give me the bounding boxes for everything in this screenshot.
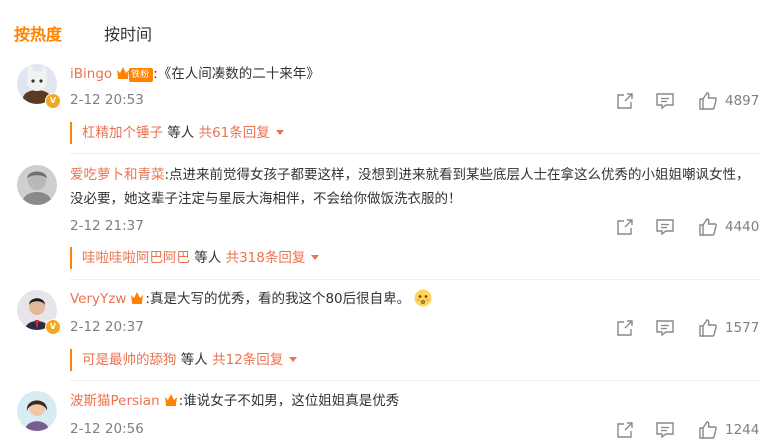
reply-mid-text: 等人 bbox=[176, 352, 213, 368]
comment-text: :《在人间凑数的二十来年》 bbox=[153, 66, 320, 82]
like-count: 4440 bbox=[725, 219, 760, 235]
reply-user-link[interactable]: 可是最帅的舔狗 bbox=[82, 352, 177, 368]
fan-crown-icon bbox=[131, 292, 144, 304]
thumbs-up-icon bbox=[699, 421, 717, 439]
comment-username[interactable]: iBingo bbox=[70, 66, 112, 82]
comment-line: VeryYzw :真是大写的优秀，看的我这个80后很自卑。 bbox=[70, 288, 760, 311]
comment-time: 2-12 20:37 bbox=[70, 319, 144, 335]
comment-actions: 1244 bbox=[615, 420, 760, 440]
comment-time: 2-12 20:53 bbox=[70, 92, 144, 108]
comment-button[interactable] bbox=[655, 217, 675, 237]
comment-button[interactable] bbox=[655, 91, 675, 111]
comment-actions: 1577 bbox=[615, 318, 760, 338]
comment-item: 波斯猫Persian :谁说女子不如男，这位姐姐真是优秀 2-12 20:56 1… bbox=[0, 389, 774, 446]
comment-icon bbox=[656, 219, 674, 236]
comment-button[interactable] bbox=[655, 318, 675, 338]
share-icon bbox=[617, 219, 633, 235]
like-count: 1577 bbox=[725, 320, 760, 336]
comment-username[interactable]: VeryYzw bbox=[70, 291, 126, 307]
thumbs-up-icon bbox=[699, 319, 717, 337]
reply-mid-text: 等人 bbox=[190, 250, 226, 266]
share-button[interactable] bbox=[615, 318, 635, 338]
reply-count-link[interactable]: 共12条回复 bbox=[212, 352, 283, 368]
tab-sort-by-time[interactable]: 按时间 bbox=[104, 21, 152, 45]
like-button[interactable]: 1577 bbox=[698, 318, 759, 338]
comment-username[interactable]: 波斯猫Persian bbox=[70, 393, 160, 409]
comment-username[interactable]: 爱吃萝卜和青菜 bbox=[70, 167, 165, 183]
comment-icon bbox=[656, 93, 674, 110]
share-button[interactable] bbox=[615, 420, 635, 440]
reply-mid-text: 等人 bbox=[163, 125, 199, 141]
comment-icon bbox=[656, 320, 674, 337]
avatar[interactable] bbox=[17, 165, 57, 205]
comment-icon bbox=[656, 422, 674, 439]
caret-down-icon bbox=[311, 255, 320, 260]
share-icon bbox=[617, 93, 633, 109]
share-icon bbox=[617, 422, 633, 438]
like-button[interactable]: 4897 bbox=[698, 91, 759, 111]
share-button[interactable] bbox=[615, 217, 635, 237]
verified-icon: V bbox=[45, 319, 61, 335]
comment-button[interactable] bbox=[655, 420, 675, 440]
like-count: 4897 bbox=[725, 93, 760, 109]
reply-summary[interactable]: 杠精加个锤子 等人 共61条回复 bbox=[70, 122, 284, 144]
share-icon bbox=[617, 320, 633, 336]
divider bbox=[70, 380, 760, 381]
comment-line: 爱吃萝卜和青菜:点进来前觉得女孩子都要这样，没想到进来就看到某些底层人士在拿这么… bbox=[70, 163, 760, 211]
reply-count-link[interactable]: 共318条回复 bbox=[226, 250, 306, 266]
comment-text: :真是大写的优秀，看的我这个80后很自卑。 bbox=[145, 291, 411, 307]
divider bbox=[70, 153, 760, 154]
tab-sort-by-hot[interactable]: 按热度 bbox=[14, 21, 62, 45]
avatar[interactable] bbox=[17, 391, 57, 431]
fan-badge: 铁粉 bbox=[129, 68, 154, 82]
comment-line: 波斯猫Persian :谁说女子不如男，这位姐姐真是优秀 bbox=[70, 390, 760, 413]
comment-time: 2-12 20:56 bbox=[70, 421, 144, 437]
comment-text: :点进来前觉得女孩子都要这样，没想到进来就看到某些底层人士在拿这么优秀的小姐姐嘲… bbox=[70, 167, 750, 207]
reply-summary[interactable]: 可是最帅的舔狗 等人 共12条回复 bbox=[70, 349, 298, 371]
reply-user-link[interactable]: 杠精加个锤子 bbox=[82, 125, 163, 141]
verified-icon: V bbox=[45, 93, 61, 109]
reply-count-link[interactable]: 共61条回复 bbox=[199, 125, 270, 141]
embarrassed-emoji-icon bbox=[414, 289, 432, 307]
thumbs-up-icon bbox=[699, 92, 717, 110]
fan-crown-icon bbox=[164, 394, 177, 406]
like-button[interactable]: 4440 bbox=[698, 217, 759, 237]
comment-item: V VeryYzw :真是大写的优秀，看的我这个80后很自卑。 2-12 20:3… bbox=[0, 285, 774, 381]
comment-item: V iBingo 铁粉:《在人间凑数的二十来年》 2-12 20:53 4897 … bbox=[0, 60, 774, 155]
comment-time: 2-12 21:37 bbox=[70, 218, 144, 234]
caret-down-icon bbox=[289, 357, 298, 362]
comment-actions: 4440 bbox=[615, 217, 760, 237]
like-button[interactable]: 1244 bbox=[698, 420, 759, 440]
comment-line: iBingo 铁粉:《在人间凑数的二十来年》 bbox=[70, 63, 760, 86]
reply-user-link[interactable]: 哇啦哇啦阿巴阿巴 bbox=[82, 250, 190, 266]
thumbs-up-icon bbox=[699, 218, 717, 236]
comment-text: :谁说女子不如男，这位姐姐真是优秀 bbox=[178, 393, 400, 409]
comment-item: 爱吃萝卜和青菜:点进来前觉得女孩子都要这样，没想到进来就看到某些底层人士在拿这么… bbox=[0, 155, 774, 280]
comment-actions: 4897 bbox=[615, 91, 760, 111]
like-count: 1244 bbox=[725, 422, 760, 438]
divider bbox=[70, 279, 760, 280]
reply-summary[interactable]: 哇啦哇啦阿巴阿巴 等人 共318条回复 bbox=[70, 247, 320, 269]
caret-down-icon bbox=[275, 130, 284, 135]
share-button[interactable] bbox=[615, 91, 635, 111]
